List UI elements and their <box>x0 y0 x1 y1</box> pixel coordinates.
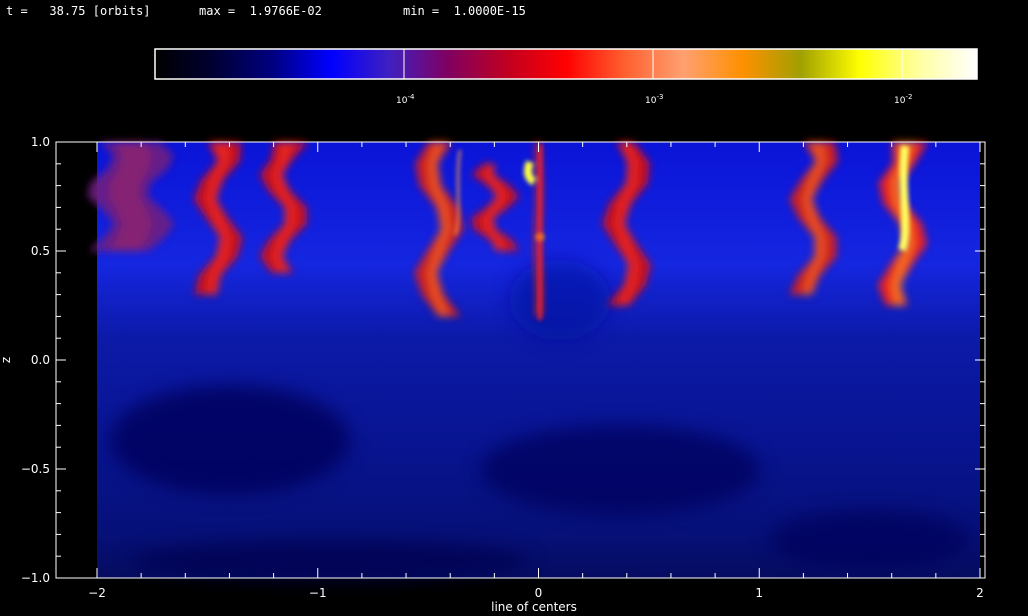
y-tick-label: 1.0 <box>31 135 50 149</box>
y-tick-label: −0.5 <box>21 462 50 476</box>
heatmap-figure: 10-4 10-3 10-2 −2 −1 0 1 2 −1.0 −0.5 0.0 0.5 1.0 l… <box>0 48 986 614</box>
colorbar-tick-label: 10-3 <box>645 93 663 106</box>
colorbar-tick-exponent: -4 <box>407 93 415 101</box>
heatmap-field <box>56 142 985 580</box>
x-tick-label: 0 <box>535 586 543 600</box>
y-tick-label: 0.5 <box>31 244 50 258</box>
colorbar-tick-exponent: -2 <box>905 93 912 101</box>
x-tick-label: 1 <box>755 586 763 600</box>
y-tick-label: −1.0 <box>21 571 50 585</box>
colorbar-strip <box>154 48 978 80</box>
colorbar-tick-label: 10-4 <box>396 93 415 106</box>
y-axis-label: z <box>0 357 13 363</box>
x-tick-label: −1 <box>309 586 327 600</box>
x-tick-label: −2 <box>88 586 106 600</box>
x-axis-label: line of centers <box>491 600 577 614</box>
x-tick-label: 2 <box>976 586 984 600</box>
colorbar-tick-exponent: -3 <box>656 93 663 101</box>
colorbar: 10-4 10-3 10-2 <box>154 48 978 106</box>
colorbar-tick-label: 10-2 <box>894 93 912 106</box>
y-tick-label: 0.0 <box>31 353 50 367</box>
